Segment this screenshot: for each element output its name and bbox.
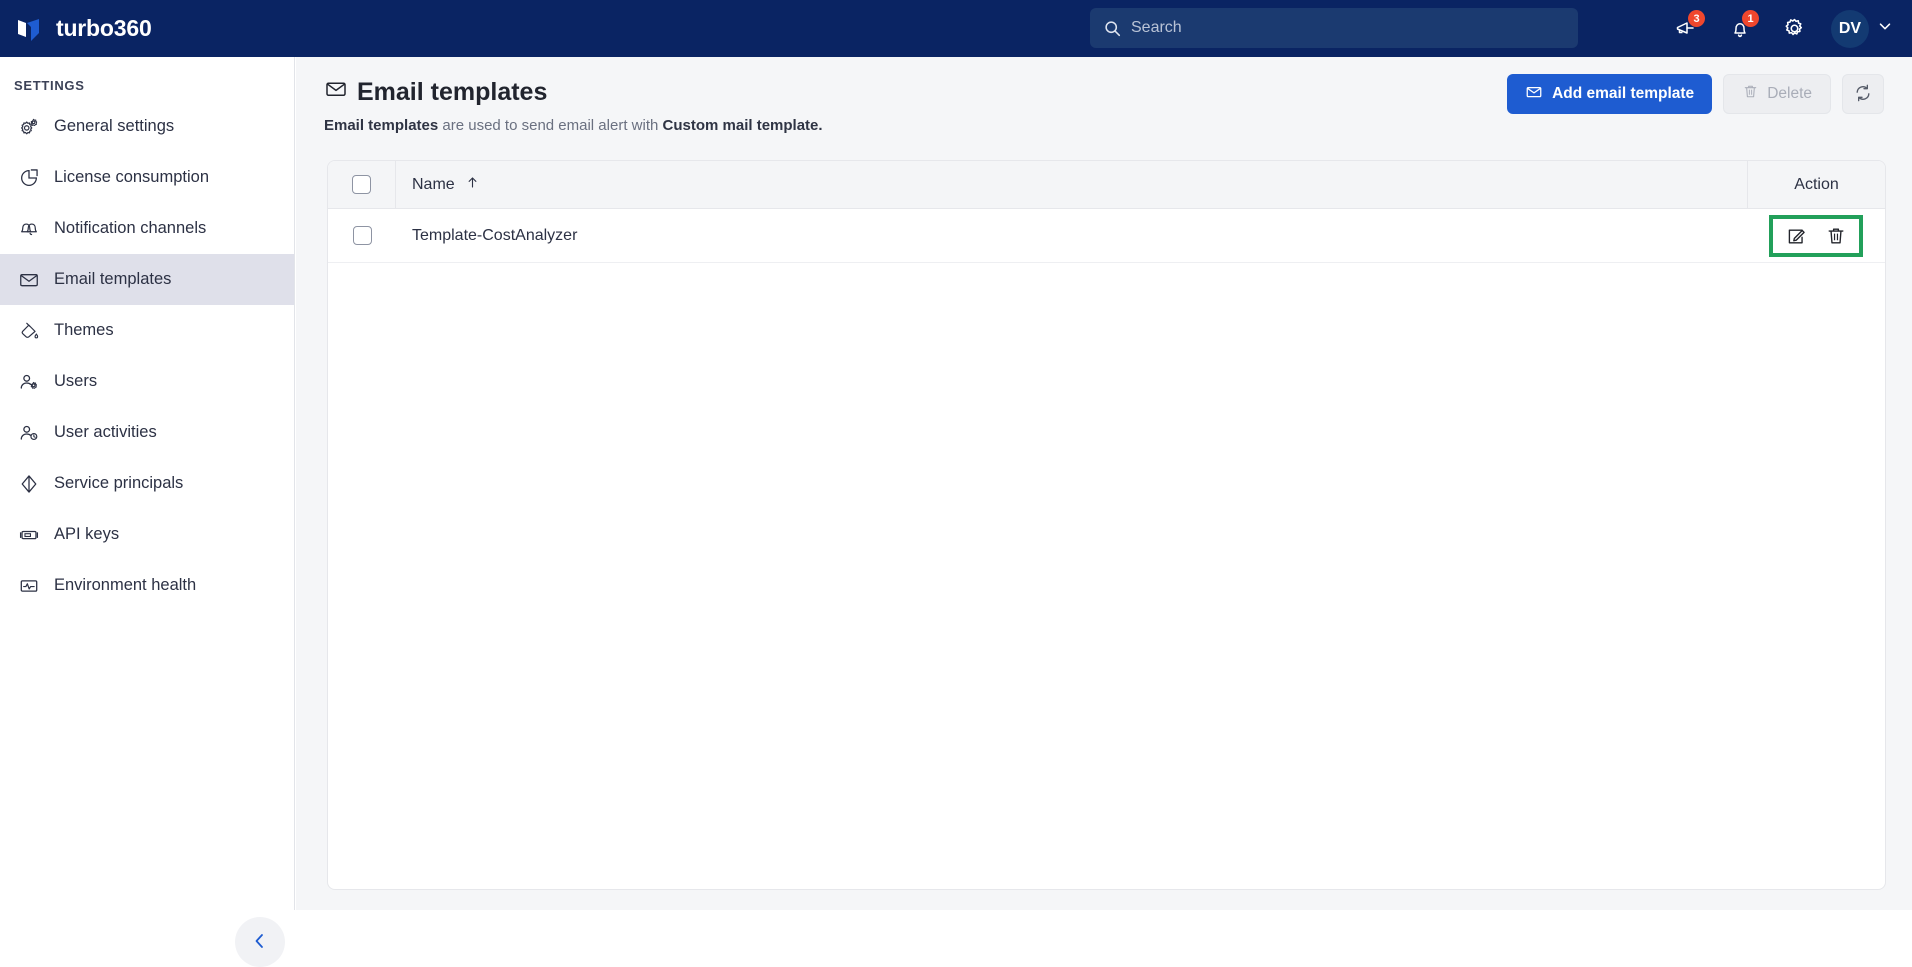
column-header-action: Action [1747, 161, 1885, 209]
search-input[interactable] [1131, 19, 1564, 37]
sidebar-item-label: General settings [54, 117, 175, 135]
brand[interactable]: turbo360 [10, 10, 152, 48]
envelope-icon [18, 269, 40, 291]
diamond-icon [18, 473, 40, 495]
sidebar-item-label: Service principals [54, 474, 184, 492]
key-card-icon [18, 524, 40, 546]
sidebar-item-label: User activities [54, 423, 157, 441]
table-header-row: Name Action [328, 161, 1885, 209]
refresh-button[interactable] [1842, 74, 1884, 114]
add-email-template-label: Add email template [1552, 85, 1695, 102]
trash-icon [1742, 83, 1759, 105]
sidebar-item-notification-channels[interactable]: Notification channels [0, 203, 294, 254]
page-header: Email templates Email templates are used… [296, 57, 1912, 134]
health-monitor-icon [18, 575, 40, 597]
sidebar-item-label: License consumption [54, 168, 210, 186]
topbar-actions: 3 1 DV [1659, 0, 1912, 57]
row-action-buttons-highlight [1769, 214, 1863, 257]
global-search[interactable] [1090, 8, 1578, 48]
envelope-icon [324, 77, 348, 108]
sidebar-section-title: SETTINGS [14, 78, 85, 93]
sidebar-item-themes[interactable]: Themes [0, 305, 294, 356]
sidebar-item-environment-health[interactable]: Environment health [0, 560, 294, 611]
add-email-template-button[interactable]: Add email template [1507, 74, 1713, 114]
delete-button-label: Delete [1767, 85, 1812, 102]
turbo360-logo-icon [10, 10, 48, 48]
pie-chart-icon [18, 167, 40, 189]
page-subtitle-lead: Email templates [324, 117, 439, 134]
user-gear-icon [18, 371, 40, 393]
settings-button[interactable] [1767, 0, 1821, 57]
sidebar-collapse-button[interactable] [235, 917, 285, 967]
column-header-name-label: Name [412, 175, 455, 193]
user-clock-icon [18, 422, 40, 444]
top-navigation-bar: turbo360 3 1 [0, 0, 1912, 57]
sidebar-item-license-consumption[interactable]: License consumption [0, 152, 294, 203]
sidebar-item-label: Users [54, 372, 98, 390]
delete-icon[interactable] [1825, 225, 1847, 247]
sidebar-item-label: Notification channels [54, 219, 207, 237]
chevron-left-icon [250, 931, 270, 954]
page-title-text: Email templates [357, 78, 548, 106]
user-menu[interactable]: DV [1831, 9, 1894, 48]
sidebar-item-label: Themes [54, 321, 114, 339]
email-templates-table-card: Name Action Template-CostAnalyzer [327, 160, 1886, 890]
page-subtitle-strong: Custom mail template. [662, 117, 823, 134]
sidebar-item-service-principals[interactable]: Service principals [0, 458, 294, 509]
paint-bucket-icon [18, 320, 40, 342]
sidebar-item-general-settings[interactable]: General settings [0, 101, 294, 152]
search-icon [1104, 20, 1121, 37]
sidebar-item-email-templates[interactable]: Email templates [0, 254, 294, 305]
edit-icon[interactable] [1785, 225, 1807, 247]
sidebar-item-label: API keys [54, 525, 120, 543]
row-select-cell [328, 226, 396, 245]
main-content: Email templates Email templates are used… [296, 57, 1912, 910]
chevron-down-icon [1876, 17, 1894, 40]
page-subtitle-mid: are used to send email alert with [438, 117, 663, 134]
page-toolbar: Add email template Delete [1507, 74, 1884, 114]
sidebar: SETTINGS General settings License consum… [0, 57, 295, 967]
announcements-button[interactable]: 3 [1659, 0, 1713, 57]
envelope-icon [1525, 83, 1543, 106]
sidebar-item-label: Email templates [54, 270, 172, 288]
sidebar-item-label: Environment health [54, 576, 197, 594]
delete-button[interactable]: Delete [1723, 74, 1831, 114]
sidebar-item-api-keys[interactable]: API keys [0, 509, 294, 560]
row-checkbox[interactable] [352, 226, 372, 245]
notifications-button[interactable]: 1 [1713, 0, 1767, 57]
gears-icon [18, 116, 40, 138]
page-subtitle: Email templates are used to send email a… [324, 117, 1884, 134]
avatar: DV [1831, 9, 1869, 48]
arrow-up-icon [465, 175, 480, 195]
refresh-icon [1853, 83, 1873, 106]
table-row[interactable]: Template-CostAnalyzer [328, 209, 1885, 263]
notifications-badge: 1 [1742, 10, 1759, 27]
select-all-checkbox[interactable] [352, 175, 371, 194]
sidebar-item-user-activities[interactable]: User activities [0, 407, 294, 458]
column-header-name[interactable]: Name [396, 175, 1747, 195]
row-action-cell [1747, 214, 1885, 257]
bells-icon [18, 218, 40, 240]
brand-name: turbo360 [56, 15, 152, 41]
column-header-action-label: Action [1794, 175, 1839, 193]
announcements-badge: 3 [1688, 10, 1705, 27]
select-all-cell [328, 161, 396, 209]
row-name: Template-CostAnalyzer [412, 226, 578, 244]
sidebar-item-users[interactable]: Users [0, 356, 294, 407]
